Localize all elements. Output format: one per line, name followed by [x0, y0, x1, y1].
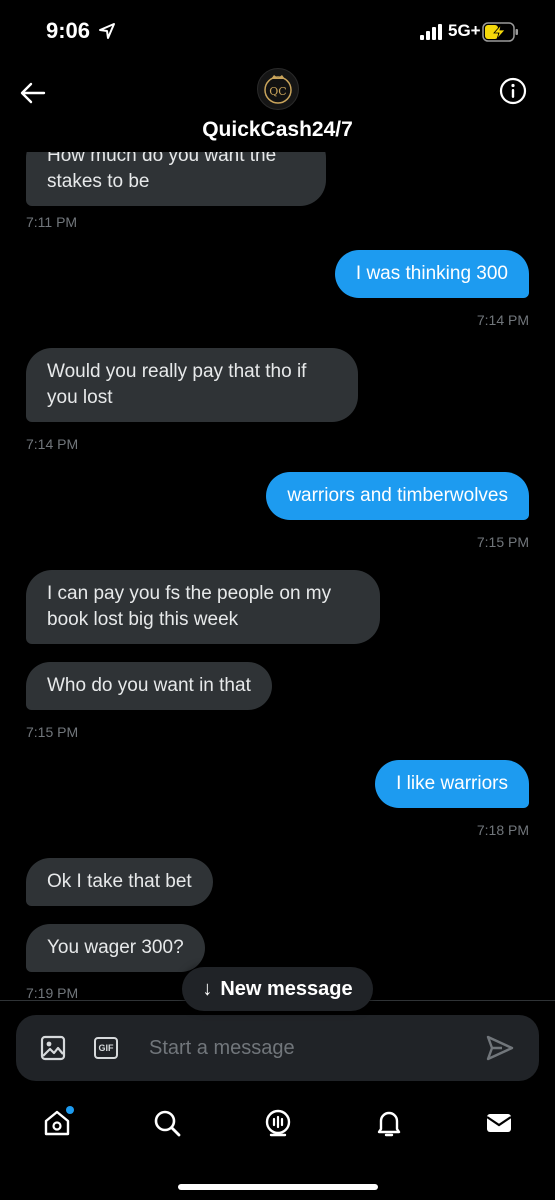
- new-message-button[interactable]: ↓ New message: [182, 967, 373, 1011]
- tab-spaces[interactable]: [261, 1106, 295, 1140]
- info-icon: [499, 77, 527, 105]
- gif-button[interactable]: GIF: [94, 1037, 118, 1059]
- message-timestamp: 7:11 PM: [26, 214, 78, 230]
- tab-search[interactable]: [150, 1106, 184, 1140]
- quickcash-logo-icon: QC: [264, 75, 292, 104]
- composer: GIF: [16, 1015, 539, 1081]
- back-arrow-icon: [20, 82, 46, 104]
- message-list[interactable]: How much do you want the stakes to be 7:…: [0, 140, 555, 1002]
- new-message-label: New message: [220, 977, 353, 1000]
- composer-bar: GIF: [0, 1000, 555, 1094]
- info-button[interactable]: [496, 74, 530, 108]
- message-bubble-outgoing[interactable]: I like warriors: [375, 760, 529, 808]
- tab-messages[interactable]: [482, 1106, 516, 1140]
- tab-home[interactable]: [40, 1106, 74, 1140]
- message-timestamp: 7:19 PM: [26, 985, 79, 1001]
- message-bubble-incoming[interactable]: Would you really pay that tho if you los…: [26, 348, 358, 422]
- home-indicator: [178, 1184, 378, 1190]
- messages-icon: [486, 1114, 512, 1132]
- search-icon: [154, 1110, 181, 1137]
- status-bar: 9:06 5G+: [0, 0, 555, 62]
- cellular-signal-icon: [420, 24, 442, 40]
- battery-charging-icon: [482, 22, 518, 42]
- message-timestamp: 7:15 PM: [26, 724, 79, 740]
- notifications-icon: [377, 1111, 401, 1137]
- message-bubble-incoming[interactable]: I can pay you fs the people on my book l…: [26, 570, 380, 644]
- conversation-header: QC QuickCash24/7: [0, 62, 555, 152]
- avatar[interactable]: QC: [257, 68, 299, 110]
- image-icon[interactable]: [40, 1035, 66, 1061]
- down-arrow-icon: ↓: [202, 977, 213, 1000]
- message-bubble-incoming[interactable]: You wager 300?: [26, 924, 205, 972]
- message-input[interactable]: [149, 1031, 469, 1065]
- spaces-icon: [265, 1109, 291, 1137]
- bottom-tab-bar: [0, 1094, 555, 1200]
- message-bubble-outgoing[interactable]: I was thinking 300: [334, 250, 529, 298]
- network-label: 5G+: [448, 21, 481, 40]
- tab-notifications[interactable]: [372, 1106, 406, 1140]
- contact-name[interactable]: QuickCash24/7: [0, 118, 555, 142]
- location-arrow-icon: [99, 23, 115, 39]
- back-button[interactable]: [16, 76, 50, 110]
- avatar-text: QC: [269, 85, 286, 98]
- message-timestamp: 7:15 PM: [476, 534, 529, 550]
- status-time: 9:06: [46, 18, 91, 43]
- message-timestamp: 7:14 PM: [476, 312, 529, 328]
- message-bubble-outgoing[interactable]: warriors and timberwolves: [266, 472, 529, 520]
- message-timestamp: 7:18 PM: [476, 822, 529, 838]
- send-icon[interactable]: [486, 1035, 514, 1061]
- message-bubble-incoming[interactable]: Who do you want in that: [26, 662, 272, 710]
- message-bubble-incoming[interactable]: Ok I take that bet: [26, 858, 213, 906]
- notification-dot: [66, 1106, 74, 1114]
- message-timestamp: 7:14 PM: [26, 436, 79, 452]
